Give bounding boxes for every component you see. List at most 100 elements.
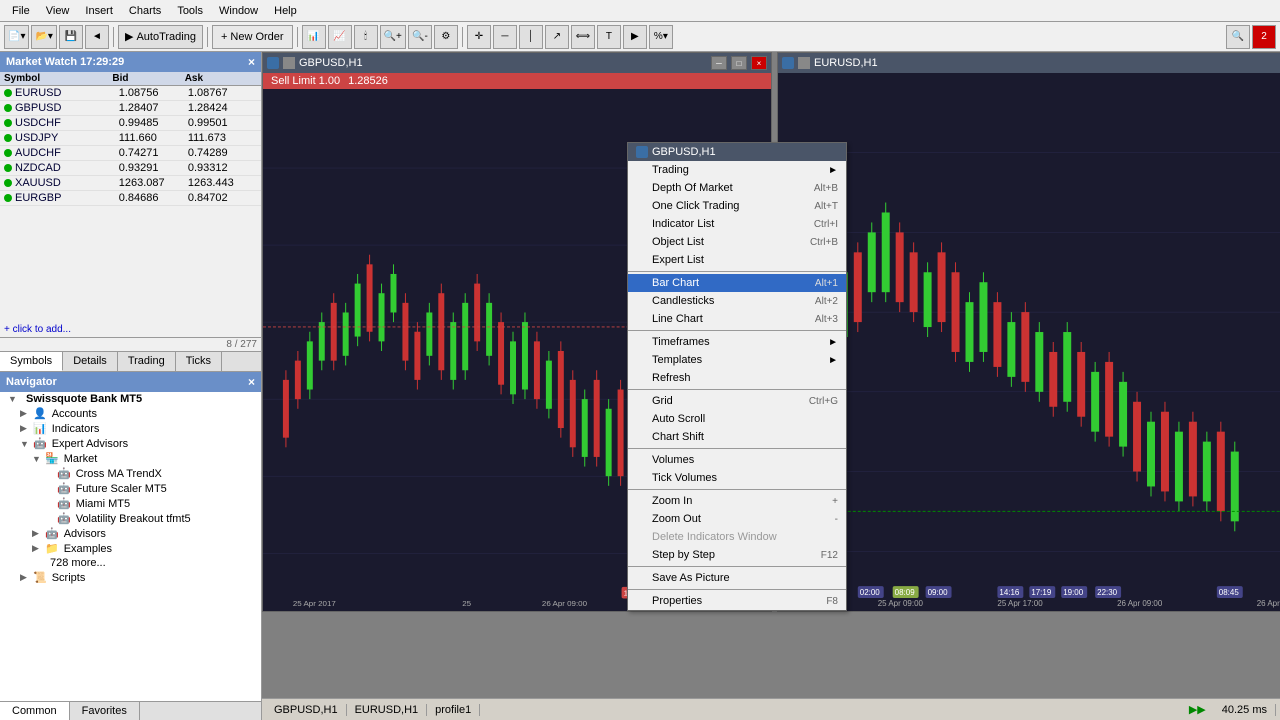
navigator-close[interactable]: × — [248, 375, 255, 389]
chart-line-btn[interactable]: 📈 — [328, 25, 352, 49]
chart-props-btn[interactable]: ⚙ — [434, 25, 458, 49]
nav-item[interactable]: 🤖 Cross MA TrendX — [0, 466, 261, 481]
nav-item[interactable]: ▶ 🤖 Advisors — [0, 526, 261, 541]
nav-expand: ▶ — [20, 423, 30, 434]
context-menu-item[interactable]: Grid Ctrl+G — [628, 392, 846, 410]
h-line-btn[interactable]: ─ — [493, 25, 517, 49]
nav-item[interactable]: 🤖 Miami MT5 — [0, 496, 261, 511]
zoom-out-btn[interactable]: 🔍- — [408, 25, 432, 49]
nav-label: Expert Advisors — [52, 438, 128, 450]
gbpusd-minimize-btn[interactable]: ─ — [711, 56, 727, 70]
chart-bar-btn[interactable]: 📊 — [302, 25, 326, 49]
context-menu-item[interactable]: Tick Volumes — [628, 469, 846, 487]
menu-help[interactable]: Help — [266, 3, 305, 19]
open-btn[interactable]: 📂▾ — [31, 25, 56, 49]
status-gbpusd[interactable]: GBPUSD,H1 — [266, 704, 347, 716]
gbpusd-close-btn[interactable]: × — [751, 56, 767, 70]
context-menu-item[interactable]: Depth Of Market Alt+B — [628, 179, 846, 197]
mw-symbol: USDCHF — [15, 117, 119, 129]
menu-tools[interactable]: Tools — [169, 3, 211, 19]
tab-details[interactable]: Details — [63, 352, 118, 371]
nav-item[interactable]: ▼ Swissquote Bank MT5 — [0, 392, 261, 406]
context-menu-item[interactable]: Line Chart Alt+3 — [628, 310, 846, 328]
autotrading-button[interactable]: ▶ AutoTrading — [118, 25, 203, 49]
arrow-btn[interactable]: ▶ — [623, 25, 647, 49]
eurusd-chart-content[interactable]: 1.09435 1.09340 1.09245 1.09150 1.09055 … — [778, 73, 1280, 611]
menu-view[interactable]: View — [38, 3, 78, 19]
market-watch-row[interactable]: XAUUSD 1263.087 1263.443 — [0, 176, 261, 191]
ctx-item-label: Timeframes — [652, 336, 710, 348]
context-menu-item[interactable]: Candlesticks Alt+2 — [628, 292, 846, 310]
context-menu-item[interactable]: Timeframes ► — [628, 333, 846, 351]
market-watch-close[interactable]: × — [248, 55, 255, 69]
back-btn[interactable]: ◄ — [85, 25, 109, 49]
nav-item[interactable]: 728 more... — [0, 556, 261, 570]
mw-add-row[interactable]: + click to add... — [0, 322, 261, 337]
context-menu-item[interactable]: One Click Trading Alt+T — [628, 197, 846, 215]
fib-btn[interactable]: ⟺ — [571, 25, 595, 49]
tab-ticks[interactable]: Ticks — [176, 352, 222, 371]
trend-btn[interactable]: ↗ — [545, 25, 569, 49]
zoom-in-btn[interactable]: 🔍+ — [380, 25, 406, 49]
status-eurusd[interactable]: EURUSD,H1 — [347, 704, 428, 716]
gbpusd-maximize-btn[interactable]: □ — [731, 56, 747, 70]
context-menu-item[interactable]: Zoom Out - — [628, 510, 846, 528]
market-watch-row[interactable]: EURGBP 0.84686 0.84702 — [0, 191, 261, 206]
nav-label: Swissquote Bank MT5 — [26, 393, 142, 405]
nav-icon: 🤖 — [57, 512, 71, 525]
save-btn[interactable]: 💾 — [59, 25, 83, 49]
eurusd-chart-window: EURUSD,H1 ─ □ × — [777, 52, 1280, 612]
market-watch-row[interactable]: USDCHF 0.99485 0.99501 — [0, 116, 261, 131]
nav-item[interactable]: ▼ 🤖 Expert Advisors — [0, 436, 261, 451]
menu-insert[interactable]: Insert — [77, 3, 121, 19]
context-menu-item[interactable]: Properties F8 — [628, 592, 846, 610]
bottom-tab-favorites[interactable]: Favorites — [70, 702, 140, 720]
alert-btn[interactable]: 2 — [1252, 25, 1276, 49]
context-menu-item[interactable]: Templates ► — [628, 351, 846, 369]
context-menu-item[interactable]: Volumes — [628, 451, 846, 469]
nav-item[interactable]: ▶ 📊 Indicators — [0, 421, 261, 436]
tab-symbols[interactable]: Symbols — [0, 352, 63, 371]
market-watch-row[interactable]: USDJPY 111.660 111.673 — [0, 131, 261, 146]
context-menu-item[interactable]: Chart Shift — [628, 428, 846, 446]
context-menu-item[interactable]: Indicator List Ctrl+I — [628, 215, 846, 233]
nav-item[interactable]: ▶ 📜 Scripts — [0, 570, 261, 585]
context-menu-item[interactable]: Expert List — [628, 251, 846, 269]
market-watch-row[interactable]: EURUSD 1.08756 1.08767 — [0, 86, 261, 101]
ctx-shortcut: Ctrl+B — [810, 237, 838, 248]
chart-candle-btn[interactable]: 🕯 — [354, 25, 378, 49]
market-watch-row[interactable]: NZDCAD 0.93291 0.93312 — [0, 161, 261, 176]
menu-window[interactable]: Window — [211, 3, 266, 19]
context-menu-item[interactable]: Trading ► — [628, 161, 846, 179]
context-menu: GBPUSD,H1 Trading ► Depth Of Market Alt+… — [627, 142, 847, 611]
new-btn[interactable]: 📄▾ — [4, 25, 29, 49]
context-menu-item[interactable]: Bar Chart Alt+1 — [628, 274, 846, 292]
context-menu-separator — [628, 389, 846, 390]
menu-charts[interactable]: Charts — [121, 3, 169, 19]
ctx-item-label: Properties — [652, 595, 702, 607]
v-line-btn[interactable]: │ — [519, 25, 543, 49]
new-order-button[interactable]: + New Order — [212, 25, 293, 49]
nav-item[interactable]: 🤖 Future Scaler MT5 — [0, 481, 261, 496]
percent-btn[interactable]: %▾ — [649, 25, 673, 49]
nav-item[interactable]: 🤖 Volatility Breakout tfmt5 — [0, 511, 261, 526]
crosshair-btn[interactable]: ✛ — [467, 25, 491, 49]
menu-file[interactable]: File — [4, 3, 38, 19]
search-btn[interactable]: 🔍 — [1226, 25, 1250, 49]
nav-item[interactable]: ▼ 🏪 Market — [0, 451, 261, 466]
context-menu-item[interactable]: Save As Picture — [628, 569, 846, 587]
nav-item[interactable]: ▶ 👤 Accounts — [0, 406, 261, 421]
tab-trading[interactable]: Trading — [118, 352, 176, 371]
mw-bid: 1.28407 — [119, 102, 188, 114]
bottom-tab-common[interactable]: Common — [0, 702, 70, 720]
text-btn[interactable]: T — [597, 25, 621, 49]
market-watch-row[interactable]: GBPUSD 1.28407 1.28424 — [0, 101, 261, 116]
market-watch-row[interactable]: AUDCHF 0.74271 0.74289 — [0, 146, 261, 161]
context-menu-item[interactable]: Object List Ctrl+B — [628, 233, 846, 251]
context-menu-item[interactable]: Step by Step F12 — [628, 546, 846, 564]
context-menu-item[interactable]: Refresh — [628, 369, 846, 387]
nav-item[interactable]: ▶ 📁 Examples — [0, 541, 261, 556]
context-menu-item[interactable]: Auto Scroll — [628, 410, 846, 428]
context-menu-item[interactable]: Zoom In + — [628, 492, 846, 510]
mw-col-bid: Bid — [112, 73, 184, 84]
